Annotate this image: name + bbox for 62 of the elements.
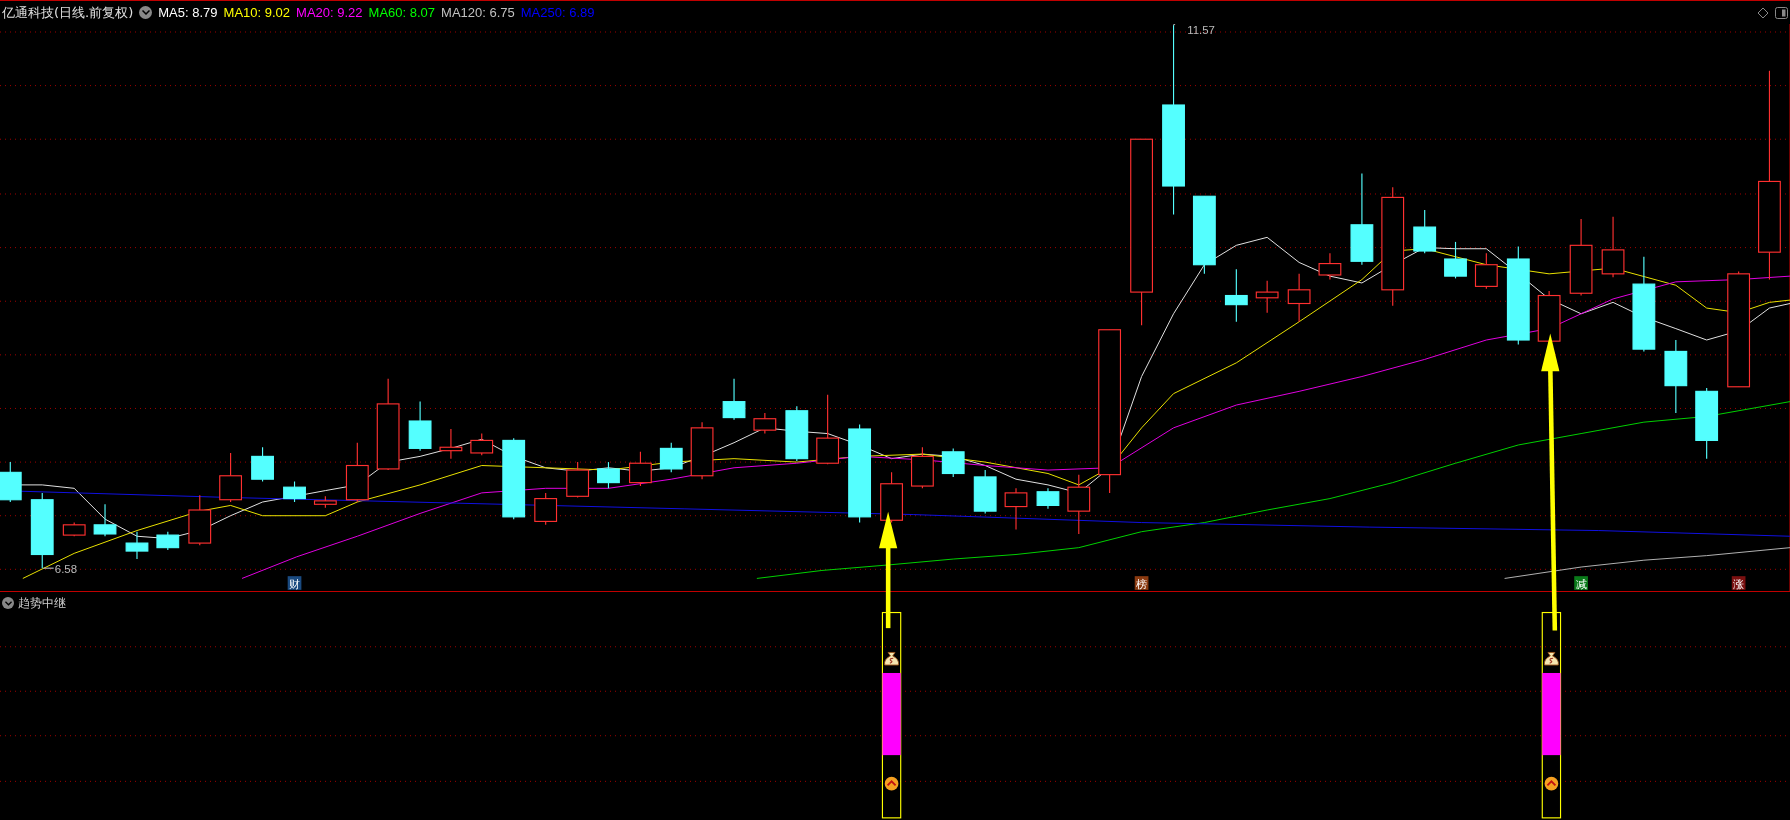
candle	[722, 378, 746, 421]
candle	[156, 531, 180, 551]
money-bag-icon	[1543, 652, 1559, 666]
candle	[597, 461, 620, 489]
diamond-icon[interactable]	[1757, 6, 1769, 19]
up-chevron-icon	[1544, 776, 1559, 791]
candle	[0, 461, 22, 503]
candle	[1224, 268, 1248, 323]
candle	[690, 421, 714, 480]
collapse-icon[interactable]	[2, 597, 14, 609]
candle	[534, 492, 558, 526]
low-price-label: 6.58	[42, 562, 77, 575]
candle	[93, 503, 117, 537]
candle	[941, 447, 965, 478]
money-bag-icon	[884, 652, 900, 666]
candle	[1537, 290, 1561, 343]
candle	[1444, 241, 1467, 279]
candle	[219, 452, 242, 503]
ma-value: MA5: 8.79	[158, 3, 218, 22]
candle	[816, 394, 840, 465]
candle	[1601, 216, 1625, 278]
stock-title: 亿通科技(日线.前复权)	[2, 3, 134, 22]
candle	[1287, 273, 1311, 323]
candle	[439, 428, 463, 460]
candle	[1474, 252, 1498, 290]
candle	[1318, 252, 1342, 281]
ma-value: MA120: 6.75	[441, 3, 515, 22]
candle	[973, 469, 997, 514]
high-price-label: 11.57	[1173, 24, 1215, 37]
candle	[1413, 209, 1437, 254]
candle	[880, 471, 903, 524]
candle	[1255, 280, 1279, 314]
candle	[125, 531, 149, 560]
event-marker[interactable]: 涨	[1731, 576, 1746, 590]
candle	[188, 494, 212, 546]
ma-value: MA60: 8.07	[368, 3, 436, 22]
dropdown-icon[interactable]	[139, 6, 153, 19]
candle	[566, 461, 590, 498]
candle	[659, 442, 683, 473]
ma-value: MA250: 6.89	[520, 3, 595, 22]
candle	[753, 412, 777, 435]
candle	[1067, 474, 1091, 535]
candle	[345, 442, 369, 503]
candle	[470, 433, 494, 456]
candle	[251, 446, 274, 483]
panel-toggle-icon[interactable]	[1775, 6, 1788, 19]
ma-value: MA20: 9.22	[296, 3, 363, 22]
candle	[785, 405, 809, 462]
candle	[1036, 487, 1060, 510]
candle	[313, 495, 337, 509]
candle	[1004, 487, 1028, 530]
candle	[910, 446, 934, 489]
ma-value: MA10: 9.02	[223, 3, 291, 22]
candle	[62, 521, 86, 537]
candle	[408, 401, 432, 452]
event-marker[interactable]: 财	[287, 576, 302, 590]
candle	[283, 480, 306, 503]
event-marker[interactable]: 减	[1574, 576, 1588, 590]
event-marker[interactable]: 榜	[1134, 576, 1149, 590]
indicator-title: 趋势中继	[18, 595, 66, 612]
candle	[629, 451, 652, 487]
up-chevron-icon	[884, 776, 899, 791]
